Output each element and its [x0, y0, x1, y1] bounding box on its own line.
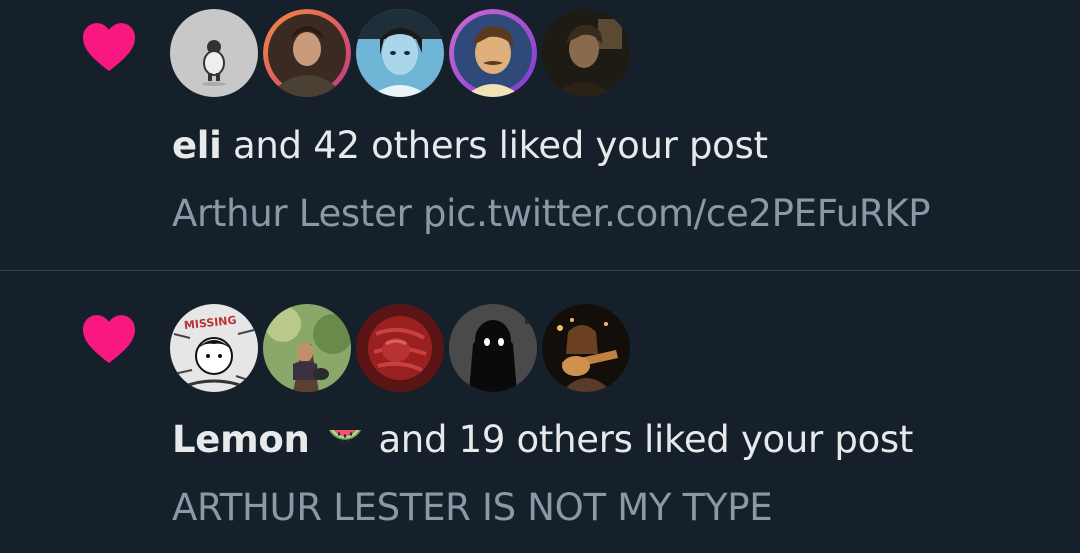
- actor-name[interactable]: eli: [172, 124, 222, 167]
- notification-headline: eli and 42 others liked your post: [172, 124, 768, 167]
- notification-text: and 19 others liked your post: [378, 418, 914, 461]
- post-preview[interactable]: Arthur Lester pic.twitter.com/ce2PEFuRKP: [172, 192, 931, 235]
- heart-icon: [80, 312, 138, 364]
- avatar[interactable]: [449, 9, 537, 97]
- actor-name[interactable]: Lemon: [172, 418, 310, 461]
- post-preview[interactable]: ARTHUR LESTER IS NOT MY TYPE: [172, 486, 773, 529]
- avatar-group: [170, 9, 630, 99]
- avatar-group: MISSING: [170, 304, 630, 394]
- avatar[interactable]: [542, 304, 630, 392]
- heart-icon: [80, 20, 138, 72]
- notifications-feed: eli and 42 others liked your post Arthur…: [0, 0, 1080, 553]
- notification-headline: Lemon and 19 others liked your post: [172, 418, 913, 461]
- avatar[interactable]: [449, 304, 537, 392]
- avatar[interactable]: MISSING: [170, 304, 258, 392]
- avatar[interactable]: [263, 9, 351, 97]
- avatar[interactable]: [356, 304, 444, 392]
- avatar[interactable]: [263, 304, 351, 392]
- notification-text: and 42 others liked your post: [233, 124, 768, 167]
- notification-item[interactable]: eli and 42 others liked your post Arthur…: [0, 0, 1080, 270]
- watermelon-icon: [325, 418, 365, 458]
- avatar[interactable]: [356, 9, 444, 97]
- avatar[interactable]: [542, 9, 630, 97]
- notification-item[interactable]: MISSING Lemon and 19 others liked your p…: [0, 271, 1080, 553]
- avatar[interactable]: [170, 9, 258, 97]
